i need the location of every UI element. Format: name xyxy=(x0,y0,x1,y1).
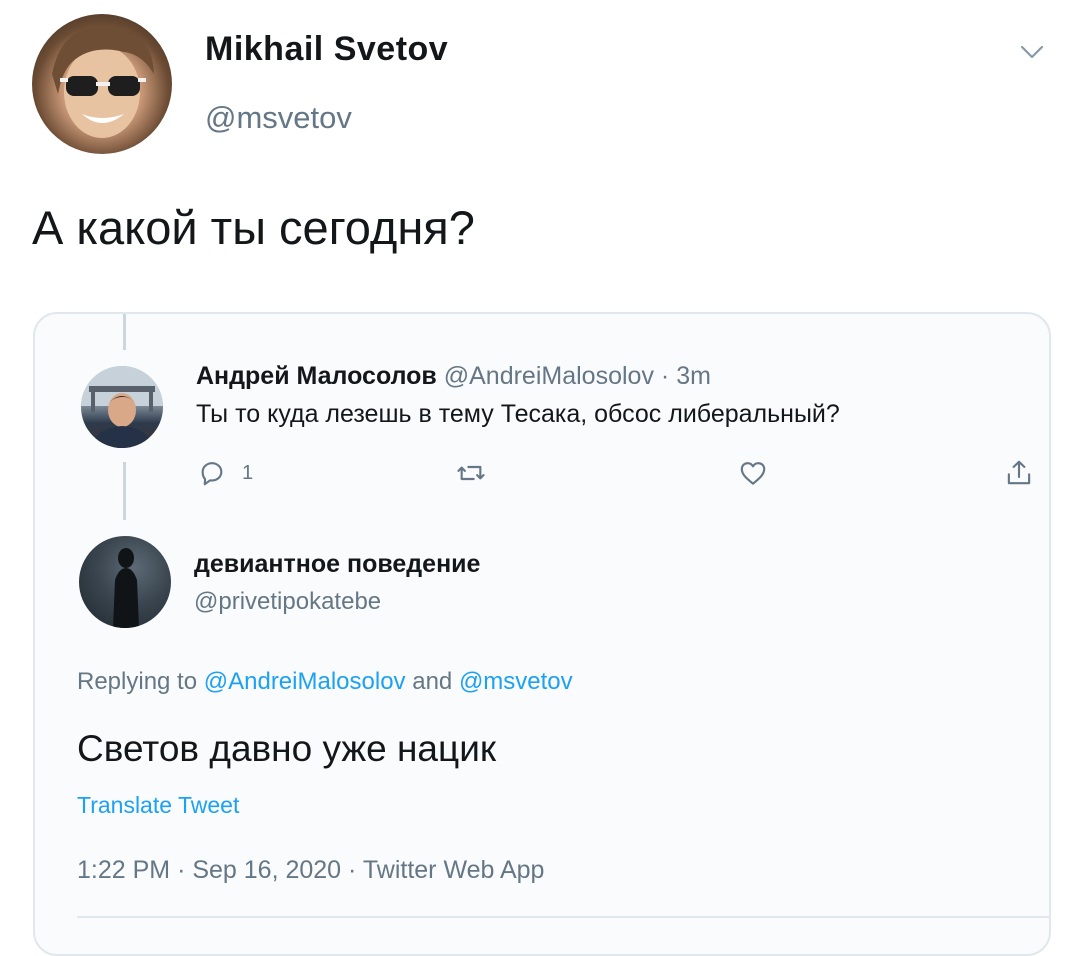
chevron-down-icon[interactable] xyxy=(1018,38,1046,66)
replying-and-label: and xyxy=(412,668,453,695)
reply-button[interactable]: 1 xyxy=(196,456,253,490)
avatar-portrait-graphic xyxy=(52,25,154,138)
thread-line-bottom xyxy=(123,462,126,520)
main-reply-author-name[interactable]: девиантное поведение xyxy=(194,550,480,579)
reply-author-line: Андрей Малосолов @AndreiMalosolov · 3m xyxy=(196,362,711,391)
reply-icon xyxy=(201,462,223,486)
heart-icon xyxy=(740,462,766,485)
retweet-button[interactable] xyxy=(455,456,487,490)
divider xyxy=(77,916,1049,918)
main-reply-text: Светов давно уже нацик xyxy=(77,728,497,769)
tweet-time[interactable]: 1:22 PM xyxy=(77,856,170,884)
share-icon xyxy=(1007,460,1031,485)
reply-author-avatar[interactable] xyxy=(81,366,163,448)
replying-to-line: Replying to @AndreiMalosolov and @msveto… xyxy=(77,668,573,696)
quoted-tweet-card[interactable]: Андрей Малосолов @AndreiMalosolov · 3m Т… xyxy=(33,312,1051,956)
mention-msvetov[interactable]: @msvetov xyxy=(459,668,573,695)
retweet-icon xyxy=(457,465,485,481)
main-reply-author-avatar[interactable] xyxy=(79,536,171,628)
meta-separator: · xyxy=(348,856,357,884)
share-button[interactable] xyxy=(1003,456,1035,490)
replying-to-label: Replying to xyxy=(77,668,198,695)
translate-tweet-link[interactable]: Translate Tweet xyxy=(77,792,239,819)
reply-text: Ты то куда лезешь в тему Тесака, обсос л… xyxy=(196,400,840,428)
main-reply-author-handle[interactable]: @privetipokatebe xyxy=(194,588,381,616)
silhouette-avatar-graphic xyxy=(113,548,139,628)
thread-line-top xyxy=(123,314,126,350)
tweet-text: А какой ты сегодня? xyxy=(32,201,475,254)
tweet-source[interactable]: Twitter Web App xyxy=(363,856,545,884)
reply-author-name[interactable]: Андрей Малосолов xyxy=(196,362,437,390)
author-name[interactable]: Mikhail Svetov xyxy=(205,30,448,69)
author-handle[interactable]: @msvetov xyxy=(205,100,352,136)
meta-separator: · xyxy=(177,856,186,884)
reply-separator: · xyxy=(660,362,670,390)
mention-andrei[interactable]: @AndreiMalosolov xyxy=(204,668,406,695)
tweet-metadata: 1:22 PM · Sep 16, 2020 · Twitter Web App xyxy=(77,856,544,885)
author-avatar[interactable] xyxy=(32,14,172,154)
tweet-date[interactable]: Sep 16, 2020 xyxy=(192,856,341,884)
like-button[interactable] xyxy=(737,456,769,490)
reply-count: 1 xyxy=(242,461,254,484)
reply-author-handle[interactable]: @AndreiMalosolov xyxy=(444,362,654,390)
reply-avatar-graphic xyxy=(81,366,163,448)
reply-timestamp[interactable]: 3m xyxy=(676,362,711,390)
